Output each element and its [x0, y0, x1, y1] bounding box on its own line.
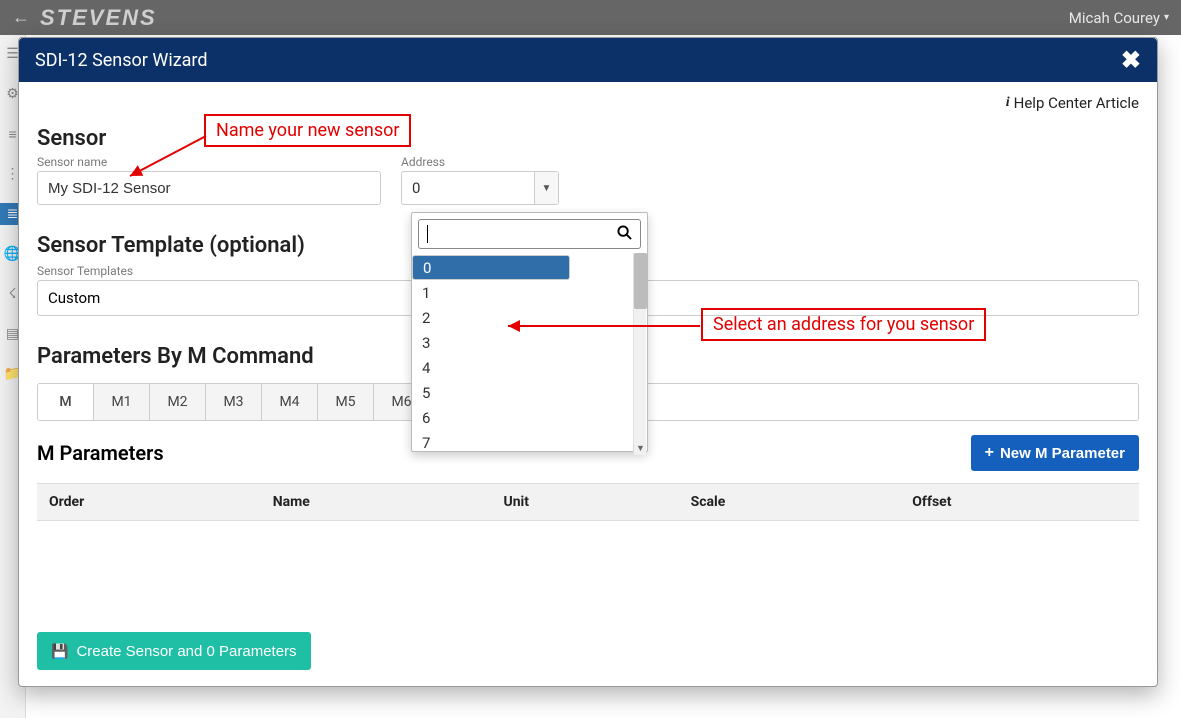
- sensor-section-heading: Sensor: [37, 126, 1139, 151]
- tab-m4[interactable]: M4: [262, 384, 318, 420]
- create-button-label: Create Sensor and 0 Parameters: [76, 643, 296, 660]
- dropdown-search-input[interactable]: [418, 219, 641, 249]
- user-menu[interactable]: Micah Courey ▾: [1069, 9, 1169, 27]
- scrollbar-thumb[interactable]: [634, 253, 647, 309]
- col-scale: Scale: [679, 484, 901, 521]
- tab-m5[interactable]: M5: [318, 384, 374, 420]
- save-icon: 💾: [51, 643, 68, 660]
- sensor-name-input[interactable]: [37, 171, 381, 205]
- help-center-link[interactable]: i Help Center Article: [1006, 94, 1139, 112]
- parameters-table: Order Name Unit Scale Offset: [37, 483, 1139, 521]
- address-dropdown-panel: 0 1 2 3 4 5 6 7 ▼: [411, 212, 648, 452]
- caret-down-icon: ▾: [1164, 12, 1169, 23]
- tab-m[interactable]: M: [38, 384, 94, 420]
- address-value: 0: [402, 179, 534, 197]
- address-select[interactable]: 0 ▼: [401, 171, 559, 205]
- template-value: Custom: [48, 289, 100, 307]
- text-cursor: [427, 225, 428, 243]
- annotation-select-address: Select an address for you sensor: [701, 308, 986, 341]
- brand-logo-text: STEVENS: [40, 5, 157, 30]
- top-bar: ← STEVENS Micah Courey ▾: [0, 0, 1181, 35]
- col-unit: Unit: [491, 484, 678, 521]
- dropdown-scrollbar[interactable]: ▼: [633, 253, 646, 455]
- tab-m1[interactable]: M1: [94, 384, 150, 420]
- create-sensor-button[interactable]: 💾 Create Sensor and 0 Parameters: [37, 632, 311, 670]
- col-name: Name: [261, 484, 492, 521]
- new-m-parameter-button[interactable]: + New M Parameter: [971, 435, 1139, 471]
- search-icon: [617, 225, 632, 244]
- dropdown-option[interactable]: 6: [412, 405, 647, 430]
- m-parameters-heading: M Parameters: [37, 441, 164, 465]
- scroll-down-icon[interactable]: ▼: [634, 441, 647, 455]
- dropdown-option[interactable]: 1: [412, 280, 647, 305]
- chevron-down-icon: ▼: [534, 172, 558, 204]
- tab-m2[interactable]: M2: [150, 384, 206, 420]
- modal-title: SDI-12 Sensor Wizard: [35, 50, 1121, 71]
- user-name-label: Micah Courey: [1069, 9, 1160, 27]
- dropdown-option[interactable]: 5: [412, 380, 647, 405]
- address-label: Address: [401, 155, 559, 169]
- address-field: Address 0 ▼: [401, 155, 559, 205]
- dropdown-option[interactable]: 7: [412, 430, 647, 451]
- sensor-name-label: Sensor name: [37, 155, 381, 169]
- plus-icon: +: [985, 444, 994, 462]
- dropdown-option[interactable]: 0: [412, 255, 570, 280]
- tab-m3[interactable]: M3: [206, 384, 262, 420]
- dropdown-option[interactable]: 2: [412, 305, 647, 330]
- back-arrow-icon[interactable]: ←: [12, 7, 30, 28]
- annotation-name-sensor: Name your new sensor: [204, 114, 411, 147]
- col-order: Order: [37, 484, 261, 521]
- info-icon: i: [1006, 95, 1010, 111]
- sensor-name-field: Sensor name: [37, 155, 381, 205]
- col-offset: Offset: [900, 484, 1139, 521]
- dropdown-option-list: 0 1 2 3 4 5 6 7: [412, 255, 647, 451]
- brand-logo: STEVENS: [40, 5, 157, 31]
- help-link-text: Help Center Article: [1014, 94, 1139, 112]
- dropdown-option[interactable]: 4: [412, 355, 647, 380]
- close-icon[interactable]: ✖: [1121, 48, 1141, 72]
- new-param-label: New M Parameter: [1000, 445, 1125, 462]
- dropdown-option[interactable]: 3: [412, 330, 647, 355]
- dropdown-search-wrap: [412, 213, 647, 255]
- app-backdrop: ← STEVENS Micah Courey ▾ ☰ ⚙ ≡ ⋮ ≣ 🌐 ☇ ▤…: [0, 0, 1181, 718]
- modal-header: SDI-12 Sensor Wizard ✖: [19, 38, 1157, 82]
